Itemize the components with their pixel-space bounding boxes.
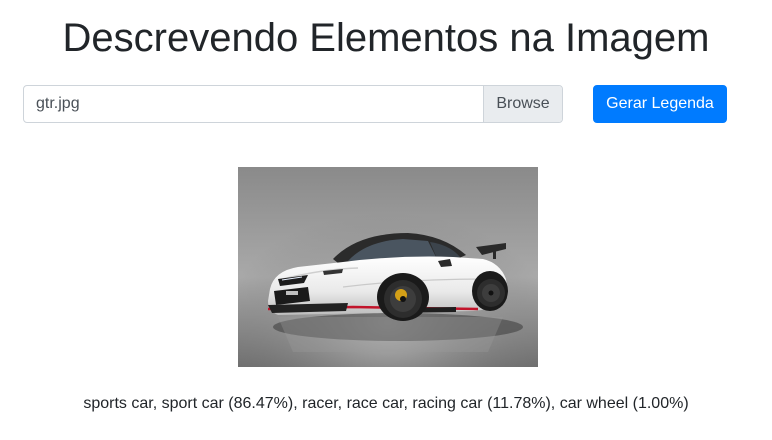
uploaded-image-preview [238,167,538,367]
browse-button[interactable]: Browse [483,86,562,122]
page-title: Descrevendo Elementos na Imagem [62,16,710,60]
file-name-field[interactable]: gtr.jpg [24,86,483,122]
sports-car-image [238,167,538,367]
caption-result: sports car, sport car (86.47%), racer, r… [83,395,689,412]
file-input[interactable]: gtr.jpg Browse [23,85,563,123]
generate-caption-button[interactable]: Gerar Legenda [593,85,727,123]
